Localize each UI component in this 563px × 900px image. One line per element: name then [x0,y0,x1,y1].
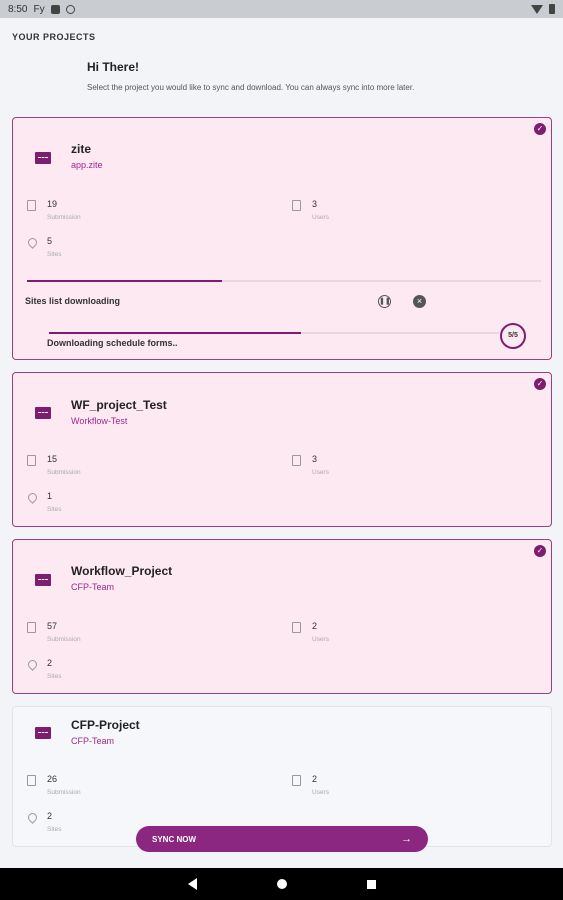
project-name: zite [71,142,92,156]
submission-count: 19 [47,199,58,209]
users-label: Users [312,469,329,476]
submission-count: 26 [47,774,58,784]
forms-progress-fill [49,332,301,334]
status-bar: 8:50 Fy [0,0,563,18]
wifi-icon [531,4,543,14]
sites-label: Sites [47,673,62,680]
pause-icon[interactable]: ❚❚ [378,295,391,308]
sites-count: 2 [47,811,53,821]
users-label: Users [312,636,329,643]
project-logo-icon [35,727,51,739]
users-count: 3 [312,199,318,209]
users-icon [292,200,301,211]
forms-download-status: Downloading schedule forms.. [47,338,178,348]
navigation-bar [0,868,563,900]
users-icon [292,775,301,786]
users-label: Users [312,789,329,796]
users-icon [292,622,301,633]
submission-count: 57 [47,621,58,631]
users-count: 2 [312,774,318,784]
greeting-title: Hi There! [87,60,140,74]
project-org: Workflow-Test [71,416,128,426]
location-pin-icon [26,491,39,504]
selected-check-icon[interactable]: ✓ [534,123,546,135]
submission-label: Submission [47,469,81,476]
sim-icon [50,4,60,14]
sites-count: 1 [47,491,53,501]
project-logo-icon [35,152,51,164]
sites-progress-fill [27,280,223,282]
battery-icon [549,4,555,14]
sites-count: 5 [47,236,53,246]
submission-icon [27,775,36,786]
project-org: app.zite [71,160,103,170]
users-count: 3 [312,454,318,464]
selected-check-icon[interactable]: ✓ [534,545,546,557]
location-pin-icon [26,658,39,671]
location-pin-icon [26,236,39,249]
users-label: Users [312,214,329,221]
sites-label: Sites [47,826,62,833]
status-time: 8:50 [8,3,28,15]
cancel-icon[interactable]: × [413,295,426,308]
sites-count: 2 [47,658,53,668]
sites-label: Sites [47,506,62,513]
submission-label: Submission [47,214,81,221]
sites-download-status: Sites list downloading [25,296,121,306]
submission-label: Submission [47,789,81,796]
project-name: CFP-Project [71,718,140,732]
project-card-wf-project-test[interactable]: ✓ WF_project_Test Workflow-Test 15 Submi… [12,372,552,527]
project-name: Workflow_Project [71,564,173,578]
project-logo-icon [35,574,51,586]
sites-progress-bar [27,280,541,282]
back-icon[interactable] [187,878,197,890]
submission-icon [27,200,36,211]
location-pin-icon [26,811,39,824]
project-name: WF_project_Test [71,398,167,412]
project-org: CFP-Team [71,736,115,746]
submission-icon [27,622,36,633]
project-org: CFP-Team [71,582,115,592]
status-indicator-fy: Fy [33,3,45,15]
recents-icon[interactable] [366,879,376,889]
project-logo-icon [35,407,51,419]
home-icon[interactable] [276,879,287,889]
project-card-zite[interactable]: ✓ zite app.zite 19 Submission 3 Users 5 … [12,117,552,360]
greeting-subtitle: Select the project you would like to syn… [87,83,415,92]
project-card-workflow-project[interactable]: ✓ Workflow_Project CFP-Team 57 Submissio… [12,539,552,694]
forms-progress-bar [49,332,499,334]
sync-now-label: SYNC NOW [152,834,196,844]
section-title: YOUR PROJECTS [12,32,96,42]
sync-now-button[interactable]: SYNC NOW → [136,826,428,852]
submission-icon [27,455,36,466]
download-counter: 5/5 [500,323,526,349]
submission-count: 15 [47,454,58,464]
arrow-right-icon: → [401,833,412,845]
data-saver-icon [65,4,75,14]
users-icon [292,455,301,466]
selected-check-icon[interactable]: ✓ [534,378,546,390]
users-count: 2 [312,621,318,631]
sites-label: Sites [47,251,62,258]
submission-label: Submission [47,636,81,643]
